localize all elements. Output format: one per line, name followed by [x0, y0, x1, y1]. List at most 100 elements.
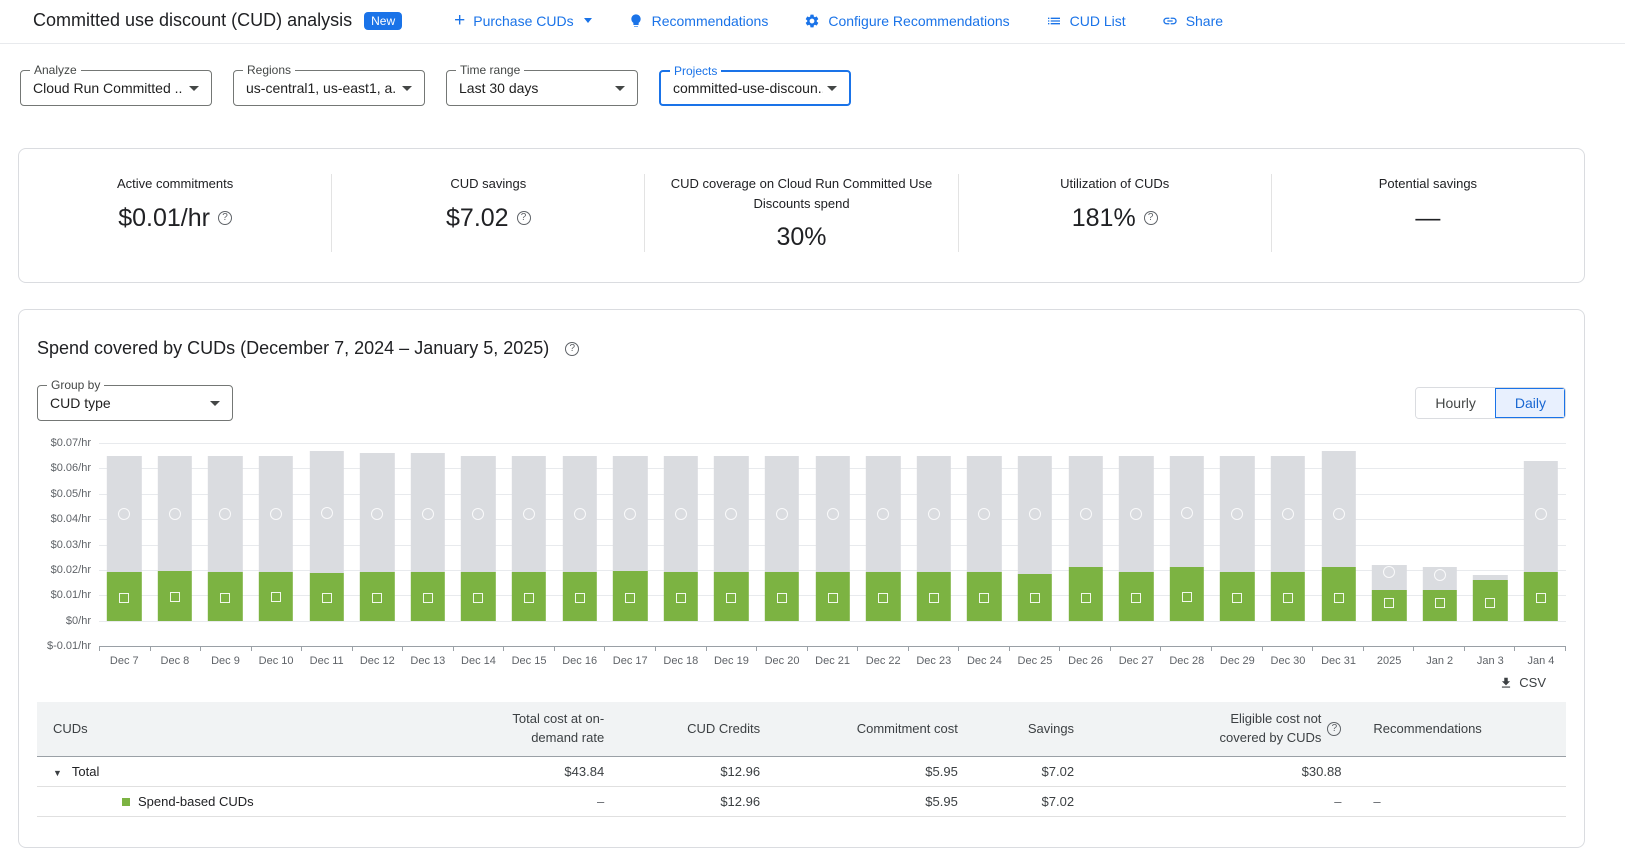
marker-square-icon — [1536, 593, 1546, 603]
x-axis-label: Dec 14 — [453, 655, 504, 667]
x-axis-label: Jan 3 — [1465, 655, 1516, 667]
table-header-row: CUDsTotal cost at on-demand rateCUD Cred… — [37, 702, 1566, 756]
chart-bar-group[interactable] — [150, 443, 201, 646]
marker-circle-icon — [1383, 566, 1395, 578]
bars-layer — [99, 443, 1566, 646]
download-csv-button[interactable]: CSV — [1499, 675, 1546, 690]
cud-list-button[interactable]: CUD List — [1046, 13, 1126, 29]
x-axis-label: Dec 7 — [99, 655, 150, 667]
chart-bar-group[interactable] — [757, 443, 808, 646]
table-cell: – — [1357, 786, 1566, 816]
table-cell: $12.96 — [620, 786, 776, 816]
daily-button[interactable]: Daily — [1495, 388, 1565, 418]
regions-select[interactable]: Regions us-central1, us-east1, a... — [233, 70, 425, 106]
chart-bar-group[interactable] — [403, 443, 454, 646]
chart-bar-group[interactable] — [706, 443, 757, 646]
chart-bar-group[interactable] — [1313, 443, 1364, 646]
help-icon[interactable]: ? — [565, 342, 579, 356]
marker-square-icon — [1131, 593, 1141, 603]
x-axis-label: Dec 20 — [757, 655, 808, 667]
marker-square-icon — [372, 593, 382, 603]
marker-circle-icon — [1181, 507, 1193, 519]
chart-bar-group[interactable] — [554, 443, 605, 646]
projects-label: Projects — [670, 64, 721, 78]
marker-circle-icon — [624, 508, 636, 520]
marker-square-icon — [119, 593, 129, 603]
chart-bar-group[interactable] — [1111, 443, 1162, 646]
row-label-cell: ▼Total — [37, 756, 383, 786]
help-icon[interactable]: ? — [517, 211, 531, 225]
purchase-cuds-button[interactable]: + Purchase CUDs — [454, 13, 591, 29]
marker-square-icon — [676, 593, 686, 603]
chart-bar-group[interactable] — [352, 443, 403, 646]
marker-circle-icon — [1535, 508, 1547, 520]
table-cell: – — [1090, 786, 1357, 816]
chart-bar-group[interactable] — [453, 443, 504, 646]
chart-bar-group[interactable] — [1060, 443, 1111, 646]
chart-bar-group[interactable] — [959, 443, 1010, 646]
marker-square-icon — [170, 592, 180, 602]
share-button[interactable]: Share — [1162, 13, 1223, 29]
help-icon[interactable]: ? — [218, 211, 232, 225]
marker-circle-icon — [928, 508, 940, 520]
recommendations-button[interactable]: Recommendations — [628, 13, 769, 29]
marker-circle-icon — [675, 508, 687, 520]
chart-bar-group[interactable] — [909, 443, 960, 646]
chart-bar-group[interactable] — [1364, 443, 1415, 646]
granularity-toggle: Hourly Daily — [1415, 387, 1566, 419]
y-axis-label: $0.05/hr — [51, 488, 91, 500]
chart-bar-group[interactable] — [1263, 443, 1314, 646]
chart-bar-group[interactable] — [251, 443, 302, 646]
projects-select[interactable]: Projects committed-use-discoun... — [659, 70, 851, 106]
row-label-cell: Spend-based CUDs — [37, 786, 383, 816]
chevron-down-icon — [827, 86, 837, 91]
chart-bar-group[interactable] — [807, 443, 858, 646]
marker-square-icon — [1232, 593, 1242, 603]
stat-value: 30% — [776, 223, 826, 252]
chart-bar-group[interactable] — [656, 443, 707, 646]
group-by-select[interactable]: Group by CUD type — [37, 385, 233, 421]
chart-bar-group[interactable] — [1212, 443, 1263, 646]
chart-bar-group[interactable] — [1465, 443, 1516, 646]
x-axis-label: Dec 24 — [959, 655, 1010, 667]
marker-circle-icon — [725, 508, 737, 520]
x-axis-label: Dec 23 — [909, 655, 960, 667]
table-cell: $5.95 — [776, 786, 974, 816]
configure-recommendations-button[interactable]: Configure Recommendations — [804, 13, 1009, 29]
x-axis-label: Dec 17 — [605, 655, 656, 667]
spend-chart: $0.07/hr$0.06/hr$0.05/hr$0.04/hr$0.03/hr… — [37, 443, 1566, 646]
column-header: Eligible cost not covered by CUDs? — [1090, 702, 1357, 756]
marker-square-icon — [929, 593, 939, 603]
chevron-down-icon — [189, 86, 199, 91]
marker-circle-icon — [776, 508, 788, 520]
x-axis-label: Dec 13 — [403, 655, 454, 667]
marker-square-icon — [575, 593, 585, 603]
marker-circle-icon — [1029, 508, 1041, 520]
marker-circle-icon — [118, 508, 130, 520]
chart-bar-group[interactable] — [858, 443, 909, 646]
chart-bar-group[interactable] — [200, 443, 251, 646]
x-axis-label: Dec 30 — [1263, 655, 1314, 667]
group-by-value: CUD type — [50, 395, 111, 411]
help-icon[interactable]: ? — [1327, 722, 1341, 736]
chart-bar-group[interactable] — [1414, 443, 1465, 646]
marker-circle-icon — [574, 508, 586, 520]
chart-bar-group[interactable] — [1161, 443, 1212, 646]
chart-bar-group[interactable] — [301, 443, 352, 646]
analyze-select[interactable]: Analyze Cloud Run Committed ... — [20, 70, 212, 106]
chart-bar-group[interactable] — [1010, 443, 1061, 646]
marker-square-icon — [1030, 593, 1040, 603]
marker-circle-icon — [827, 508, 839, 520]
hourly-button[interactable]: Hourly — [1416, 388, 1494, 418]
configure-recommendations-label: Configure Recommendations — [828, 13, 1009, 29]
marker-circle-icon — [169, 508, 181, 520]
time-range-select[interactable]: Time range Last 30 days — [446, 70, 638, 106]
chart-bar-group[interactable] — [605, 443, 656, 646]
marker-square-icon — [1081, 593, 1091, 603]
chart-bar-group[interactable] — [99, 443, 150, 646]
collapse-triangle-icon[interactable]: ▼ — [53, 768, 62, 778]
chart-bar-group[interactable] — [504, 443, 555, 646]
chart-bar-group[interactable] — [1516, 443, 1567, 646]
x-axis-label: Jan 4 — [1516, 655, 1567, 667]
help-icon[interactable]: ? — [1144, 211, 1158, 225]
